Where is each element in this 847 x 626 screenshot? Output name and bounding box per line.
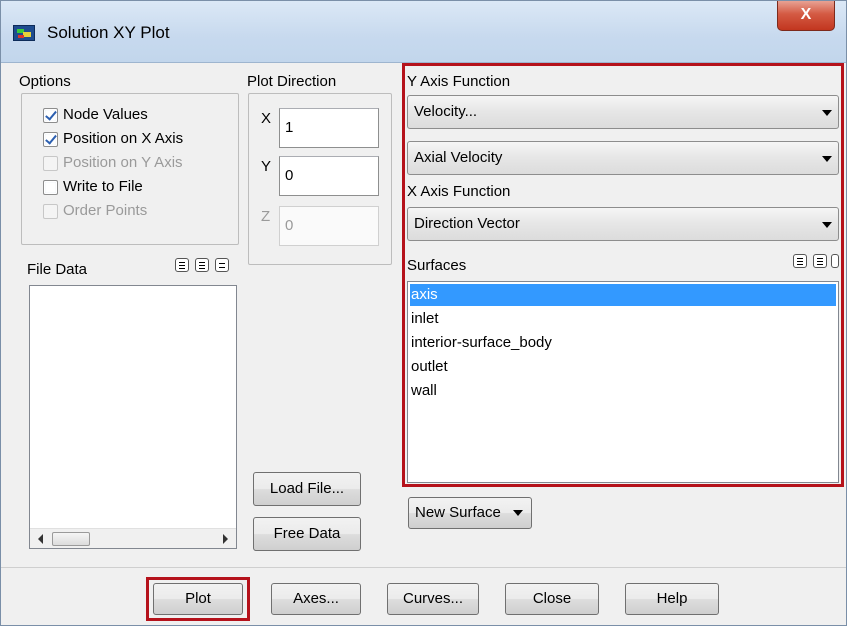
z-label: Z [261, 208, 271, 225]
axes-button[interactable]: Axes... [271, 583, 361, 615]
y-direction-input[interactable]: 0 [279, 156, 379, 196]
close-button[interactable]: Close [505, 583, 599, 615]
z-direction-input[interactable]: 0 [279, 206, 379, 246]
position-on-y-axis-label: Position on Y Axis [63, 154, 183, 171]
new-surface-button[interactable]: New Surface [408, 497, 532, 529]
options-title: Options [19, 73, 71, 90]
plot-direction-title: Plot Direction [247, 73, 337, 90]
new-surface-label: New Surface [415, 504, 501, 521]
write-to-file-checkbox[interactable] [43, 180, 58, 195]
window-title: Solution XY Plot [47, 23, 170, 42]
file-data-horizontal-scrollbar[interactable] [30, 528, 236, 548]
scroll-right-icon[interactable] [223, 534, 228, 544]
highlight-box [402, 63, 844, 487]
options-group: Node Values Position on X Axis Position … [21, 93, 239, 245]
y-label: Y [261, 158, 272, 175]
free-data-button[interactable]: Free Data [253, 517, 361, 551]
chevron-down-icon [513, 510, 523, 516]
help-button[interactable]: Help [625, 583, 719, 615]
load-file-button[interactable]: Load File... [253, 472, 361, 506]
x-direction-input[interactable]: 1 [279, 108, 379, 148]
plot-direction-group: X 1 Y 0 Z 0 [248, 93, 392, 265]
solution-xy-plot-window: Solution XY Plot X Options Node Values P… [0, 0, 847, 626]
curves-button[interactable]: Curves... [387, 583, 479, 615]
dialog-footer: Plot Axes... Curves... Close Help [1, 567, 846, 625]
select-all-icon[interactable] [175, 258, 189, 272]
position-on-y-axis-checkbox[interactable] [43, 156, 58, 171]
node-values-checkbox[interactable] [43, 108, 58, 123]
x-label: X [261, 110, 272, 127]
scroll-left-icon[interactable] [38, 534, 43, 544]
scroll-thumb[interactable] [52, 532, 90, 546]
write-to-file-label: Write to File [63, 178, 143, 195]
position-on-x-axis-checkbox[interactable] [43, 132, 58, 147]
plot-highlight-box [146, 577, 250, 621]
file-data-list[interactable] [29, 285, 237, 549]
order-points-checkbox[interactable] [43, 204, 58, 219]
node-values-label: Node Values [63, 106, 148, 123]
app-icon [13, 25, 35, 41]
deselect-all-icon[interactable] [215, 258, 229, 272]
title-bar[interactable]: Solution XY Plot X [1, 1, 846, 63]
list-view-icon[interactable] [195, 258, 209, 272]
file-data-title: File Data [27, 261, 88, 278]
close-window-button[interactable]: X [777, 1, 835, 31]
position-on-x-axis-label: Position on X Axis [63, 130, 184, 147]
order-points-label: Order Points [63, 202, 148, 219]
